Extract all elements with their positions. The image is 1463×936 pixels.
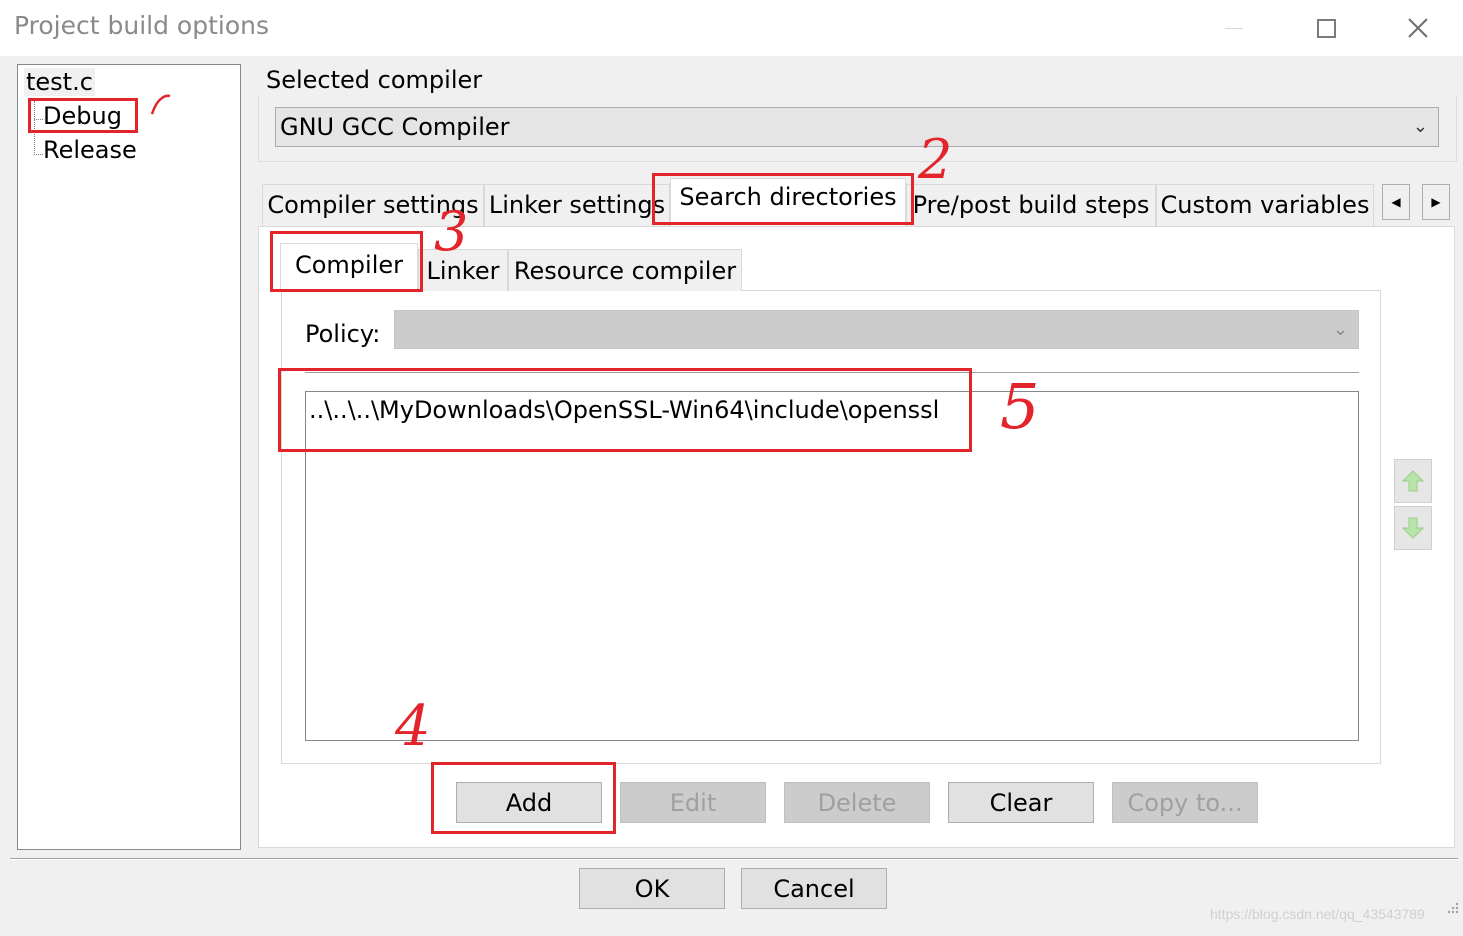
minimize-button[interactable] xyxy=(1188,0,1280,56)
compiler-dropdown-value: GNU GCC Compiler xyxy=(280,113,510,141)
move-down-button[interactable] xyxy=(1394,506,1432,550)
cancel-button[interactable]: Cancel xyxy=(741,868,887,909)
annotation-number-2: 2 xyxy=(918,128,953,191)
annotation-box-directory-entry xyxy=(278,368,972,452)
tab-custom-variables[interactable]: Custom variables xyxy=(1156,184,1374,226)
annotation-box-search-directories xyxy=(652,173,914,225)
scroll-left-icon: ◀ xyxy=(1391,195,1401,209)
close-button[interactable] xyxy=(1372,0,1463,56)
resize-grip-icon[interactable] xyxy=(1444,900,1460,916)
tab-scroll-right-button[interactable]: ▶ xyxy=(1422,184,1450,220)
tree-connector xyxy=(34,154,43,155)
window-title: Project build options xyxy=(14,11,269,40)
annotation-number-3: 3 xyxy=(434,200,469,263)
annotation-mark-1 xyxy=(150,94,171,115)
edit-button[interactable]: Edit xyxy=(620,782,766,823)
move-up-icon xyxy=(1402,470,1424,492)
maximize-icon xyxy=(1316,18,1336,38)
tree-item-project[interactable]: test.c xyxy=(24,68,95,96)
chevron-down-icon: ⌄ xyxy=(1332,319,1348,340)
selected-compiler-label: Selected compiler xyxy=(266,66,483,94)
ok-button[interactable]: OK xyxy=(579,868,725,909)
clear-button[interactable]: Clear xyxy=(948,782,1094,823)
title-bar: Project build options xyxy=(0,0,1463,56)
chevron-down-icon: ⌄ xyxy=(1412,116,1428,137)
policy-dropdown[interactable]: ⌄ xyxy=(394,310,1359,349)
move-up-button[interactable] xyxy=(1394,459,1432,503)
subtab-resource-compiler[interactable]: Resource compiler xyxy=(508,249,742,291)
move-down-icon xyxy=(1402,517,1424,539)
maximize-button[interactable] xyxy=(1280,0,1372,56)
annotation-number-5: 5 xyxy=(1000,370,1040,443)
minimize-icon xyxy=(1225,27,1243,29)
tab-linker-settings[interactable]: Linker settings xyxy=(484,184,670,226)
annotation-box-debug xyxy=(28,98,138,133)
compiler-dropdown[interactable]: GNU GCC Compiler ⌄ xyxy=(275,107,1439,147)
close-icon xyxy=(1408,18,1428,38)
annotation-box-compiler-subtab xyxy=(270,231,423,292)
separator xyxy=(10,858,1458,860)
policy-label: Policy: xyxy=(305,320,381,348)
delete-button[interactable]: Delete xyxy=(784,782,930,823)
tab-scroll-left-button[interactable]: ◀ xyxy=(1382,184,1410,220)
scroll-right-icon: ▶ xyxy=(1431,195,1441,209)
copy-to-button[interactable]: Copy to... xyxy=(1112,782,1258,823)
tree-item-release[interactable]: Release xyxy=(43,136,137,164)
annotation-box-add-button xyxy=(431,762,616,834)
annotation-number-4: 4 xyxy=(395,694,431,759)
watermark: https://blog.csdn.net/qq_43543789 xyxy=(1210,906,1425,922)
build-target-tree[interactable]: test.c Debug Release xyxy=(17,64,241,850)
